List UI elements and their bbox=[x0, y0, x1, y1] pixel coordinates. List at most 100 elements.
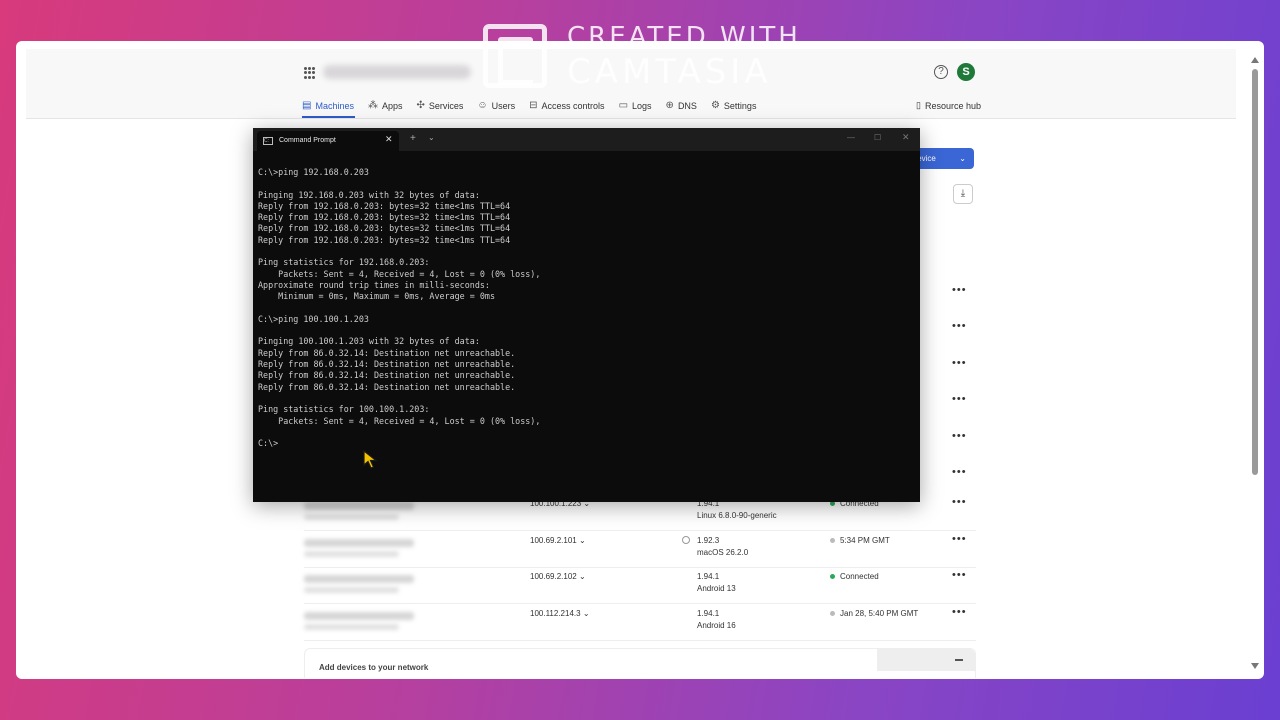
machines-icon: ▤ bbox=[302, 100, 312, 111]
row-more-button[interactable]: ••• bbox=[952, 606, 967, 618]
tab-machines[interactable]: ▤ Machines bbox=[302, 100, 354, 111]
row-more-button[interactable]: ••• bbox=[952, 430, 967, 442]
tab-settings[interactable]: ⚙ Settings bbox=[711, 100, 757, 111]
close-window-icon[interactable]: ✕ bbox=[902, 132, 910, 143]
last-seen-label: Jan 28, 5:40 PM GMT bbox=[840, 609, 919, 618]
terminal-line: C:\> bbox=[258, 438, 279, 449]
tailnet-name-redacted[interactable] bbox=[323, 65, 471, 79]
row-more-button[interactable]: ••• bbox=[952, 533, 967, 545]
row-more-button[interactable]: ••• bbox=[952, 569, 967, 581]
row-more-button[interactable]: ••• bbox=[952, 496, 967, 508]
machine-name-redacted bbox=[304, 575, 414, 583]
chevron-down-icon: ⌄ bbox=[582, 609, 590, 618]
terminal-line: Reply from 86.0.32.14: Destination net u… bbox=[258, 370, 516, 381]
close-tab-icon[interactable]: ✕ bbox=[385, 134, 393, 145]
terminal-line: Minimum = 0ms, Maximum = 0ms, Average = … bbox=[258, 291, 495, 302]
tab-label: Machines bbox=[315, 100, 354, 111]
chevron-down-icon[interactable]: ⌄ bbox=[428, 133, 435, 142]
row-more-button[interactable]: ••• bbox=[952, 393, 967, 405]
machine-name-redacted bbox=[304, 539, 414, 547]
row-more-button[interactable]: ••• bbox=[952, 466, 967, 478]
resource-hub-label: Resource hub bbox=[924, 100, 981, 111]
tab-services[interactable]: ✣ Services bbox=[417, 100, 464, 111]
os-version: macOS 26.2.0 bbox=[697, 548, 749, 557]
export-download-button[interactable]: ⤓ bbox=[953, 184, 973, 204]
maximize-icon[interactable]: ☐ bbox=[874, 133, 881, 142]
table-row[interactable]: 100.69.2.101 ⌄ 1.92.3 macOS 26.2.0 5:34 PM … bbox=[304, 531, 976, 568]
scroll-down-arrow-icon[interactable] bbox=[1251, 663, 1259, 669]
machine-ip[interactable]: 100.112.214.3 ⌄ bbox=[530, 609, 590, 618]
status-dot bbox=[830, 538, 835, 544]
tab-users[interactable]: ☺ Users bbox=[477, 100, 515, 111]
camtasia-watermark: CREATED WITH CAMTASIA bbox=[483, 22, 813, 92]
tab-apps[interactable]: ⁂ Apps bbox=[368, 100, 403, 111]
tab-label: DNS bbox=[677, 100, 697, 111]
os-version: Android 13 bbox=[697, 584, 736, 593]
machine-owner-redacted bbox=[304, 624, 399, 630]
row-more-button[interactable]: ••• bbox=[952, 284, 967, 296]
minimize-icon[interactable]: — bbox=[847, 133, 855, 142]
user-avatar[interactable]: S bbox=[957, 63, 975, 81]
lock-icon: ⊟ bbox=[529, 100, 538, 111]
row-more-button[interactable]: ••• bbox=[952, 320, 967, 332]
command-prompt-window[interactable]: C: Command Prompt ✕ + ⌄ — ☐ ✕ C:\>ping 1… bbox=[253, 128, 920, 502]
terminal-titlebar[interactable]: C: Command Prompt ✕ + ⌄ — ☐ ✕ bbox=[253, 128, 920, 151]
machine-ip[interactable]: 100.69.2.101 ⌄ bbox=[530, 536, 586, 545]
terminal-line: Reply from 86.0.32.14: Destination net u… bbox=[258, 359, 516, 370]
status-dot bbox=[830, 574, 835, 580]
gear-icon: ⚙ bbox=[710, 100, 720, 111]
machine-name-redacted bbox=[304, 612, 414, 620]
machine-ip[interactable]: 100.69.2.102 ⌄ bbox=[530, 572, 586, 581]
table-row[interactable]: 100.69.2.102 ⌄ 1.94.1 Android 13 Connected •… bbox=[304, 567, 976, 604]
table-row[interactable]: 100.112.214.3 ⌄ 1.94.1 Android 16 Jan 28, 5… bbox=[304, 604, 976, 641]
terminal-line: Reply from 86.0.32.14: Destination net u… bbox=[258, 347, 516, 358]
chevron-down-icon: ⌄ bbox=[578, 536, 586, 545]
client-version: 1.94.1 bbox=[697, 572, 720, 581]
terminal-line: Packets: Sent = 4, Received = 4, Lost = … bbox=[258, 268, 541, 279]
terminal-output[interactable]: C:\>ping 192.168.0.203 Pinging 192.168.0.… bbox=[258, 167, 913, 449]
machine-owner-redacted bbox=[304, 587, 399, 593]
terminal-tab-title: Command Prompt bbox=[279, 137, 336, 144]
app-switcher-icon[interactable] bbox=[304, 67, 316, 79]
new-tab-icon[interactable]: + bbox=[410, 133, 416, 144]
add-devices-title: Add devices to your network bbox=[319, 663, 429, 672]
scroll-up-arrow-icon[interactable] bbox=[1251, 57, 1259, 63]
tab-logs[interactable]: ▭ Logs bbox=[619, 100, 652, 111]
terminal-line: Reply from 192.168.0.203: bytes=32 time<… bbox=[258, 234, 511, 245]
terminal-line: Pinging 192.168.0.203 with 32 bytes of d… bbox=[258, 189, 480, 200]
row-more-button[interactable]: ••• bbox=[952, 357, 967, 369]
active-tab-underline bbox=[302, 116, 355, 118]
tab-access-controls[interactable]: ⊟ Access controls bbox=[529, 100, 604, 111]
globe-icon: ⊕ bbox=[665, 100, 674, 111]
ip-address: 100.69.2.102 bbox=[530, 572, 577, 581]
last-seen: 5:34 PM GMT bbox=[830, 536, 890, 545]
machine-owner-redacted bbox=[304, 551, 399, 557]
terminal-line: C:\>ping 100.100.1.203 bbox=[258, 313, 369, 324]
machine-owner-redacted bbox=[304, 514, 399, 520]
terminal-line: Pinging 100.100.1.203 with 32 bytes of d… bbox=[258, 336, 480, 347]
resource-hub-link[interactable]: ▯ Resource hub bbox=[916, 100, 981, 111]
add-devices-card: Add devices to your network bbox=[304, 648, 976, 678]
page-scrollbar[interactable] bbox=[1248, 49, 1262, 673]
client-version: 1.94.1 bbox=[697, 609, 720, 618]
last-seen: Connected bbox=[830, 572, 879, 581]
machine-name-redacted bbox=[304, 502, 414, 510]
chevron-down-icon: ⌄ bbox=[578, 572, 586, 581]
terminal-line: Reply from 86.0.32.14: Destination net u… bbox=[258, 381, 516, 392]
tab-dns[interactable]: ⊕ DNS bbox=[666, 100, 697, 111]
terminal-tab[interactable]: C: Command Prompt ✕ bbox=[257, 131, 399, 151]
collapse-card-button[interactable] bbox=[877, 649, 975, 671]
terminal-line: Approximate round trip times in milli-se… bbox=[258, 279, 490, 290]
last-seen-label: 5:34 PM GMT bbox=[840, 536, 890, 545]
tab-label: Users bbox=[491, 100, 516, 111]
terminal-line: Packets: Sent = 4, Received = 4, Lost = … bbox=[258, 415, 541, 426]
scroll-thumb[interactable] bbox=[1252, 69, 1258, 475]
last-seen-label: Connected bbox=[840, 572, 879, 581]
help-icon[interactable]: ? bbox=[934, 65, 948, 79]
tab-label: Apps bbox=[381, 100, 403, 111]
watermark-line1: CREATED WITH bbox=[567, 22, 801, 52]
